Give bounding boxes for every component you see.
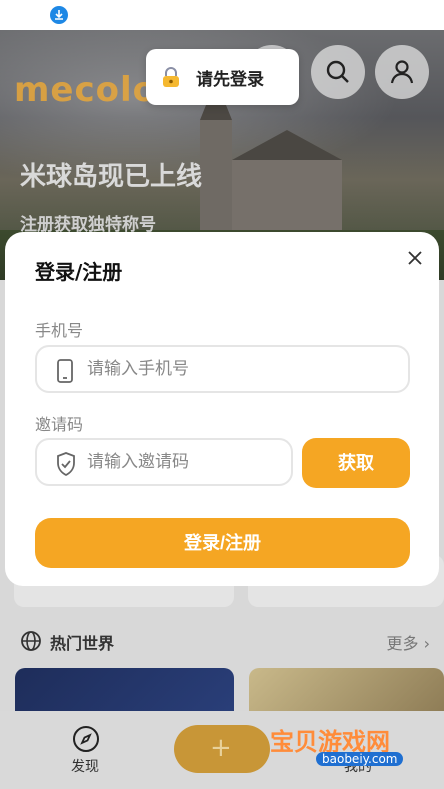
- phone-icon: [57, 359, 73, 383]
- login-register-button[interactable]: 登录/注册: [35, 518, 410, 568]
- hot-worlds-header: 热门世界 更多 ›: [20, 628, 430, 654]
- search-icon: [326, 60, 349, 83]
- login-required-toast: 请先登录: [146, 49, 299, 105]
- app-logo: mecolo: [14, 70, 158, 110]
- church-illustration: [200, 80, 342, 250]
- globe-icon: [21, 631, 41, 651]
- profile-button[interactable]: [375, 45, 429, 99]
- get-code-button[interactable]: 获取: [302, 438, 410, 488]
- modal-title: 登录/注册: [35, 260, 123, 284]
- tab-discover[interactable]: 发现: [64, 711, 108, 789]
- section-title: 热门世界: [50, 634, 115, 653]
- close-icon[interactable]: [405, 248, 425, 268]
- phone-field[interactable]: [35, 345, 410, 393]
- hero-title: 米球岛现已上线: [20, 162, 203, 192]
- more-link[interactable]: 更多 ›: [387, 630, 431, 654]
- user-icon: [390, 60, 414, 84]
- phone-label: 手机号: [35, 321, 84, 340]
- toast-text: 请先登录: [196, 70, 264, 90]
- compass-icon: [73, 726, 99, 752]
- lock-icon: [163, 67, 179, 87]
- status-bar: [0, 0, 444, 30]
- create-button[interactable]: +: [174, 725, 270, 773]
- invite-field[interactable]: [35, 438, 387, 486]
- shield-check-icon: [57, 452, 75, 476]
- tab-discover-label: 发现: [71, 759, 99, 775]
- watermark-url: baobeiy.com: [316, 752, 404, 766]
- watermark: 宝贝游戏网 baobeiy.com: [270, 712, 420, 782]
- plus-icon: +: [210, 733, 232, 763]
- search-button[interactable]: [311, 45, 365, 99]
- phone-input[interactable]: [87, 347, 387, 391]
- login-modal: 登录/注册 手机号 邀请码 获取 登录/注册: [5, 232, 439, 586]
- invite-label: 邀请码: [35, 415, 84, 434]
- download-icon: [50, 6, 68, 24]
